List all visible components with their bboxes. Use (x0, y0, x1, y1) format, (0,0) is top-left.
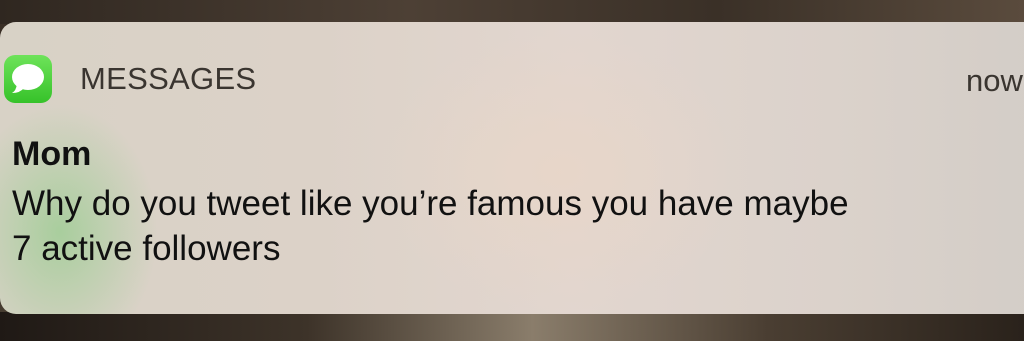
message-line: Why do you tweet like you’re famous you … (12, 184, 849, 223)
message-text: Why do you tweet like you’re famous you … (12, 181, 1024, 271)
wallpaper-bottom (0, 312, 1024, 341)
speech-bubble-icon (12, 64, 44, 93)
sender-name: Mom (12, 135, 92, 173)
notification-body: Mom Why do you tweet like you’re famous … (12, 134, 1024, 271)
notification-banner[interactable]: MESSAGES now Mom Why do you tweet like y… (0, 22, 1024, 314)
message-line: 7 active followers (12, 229, 281, 268)
messages-app-icon (4, 55, 52, 103)
notification-timestamp: now (966, 63, 1023, 98)
app-name: MESSAGES (80, 61, 257, 96)
notification-header: MESSAGES now (0, 22, 1024, 122)
wallpaper-top (0, 0, 1024, 24)
